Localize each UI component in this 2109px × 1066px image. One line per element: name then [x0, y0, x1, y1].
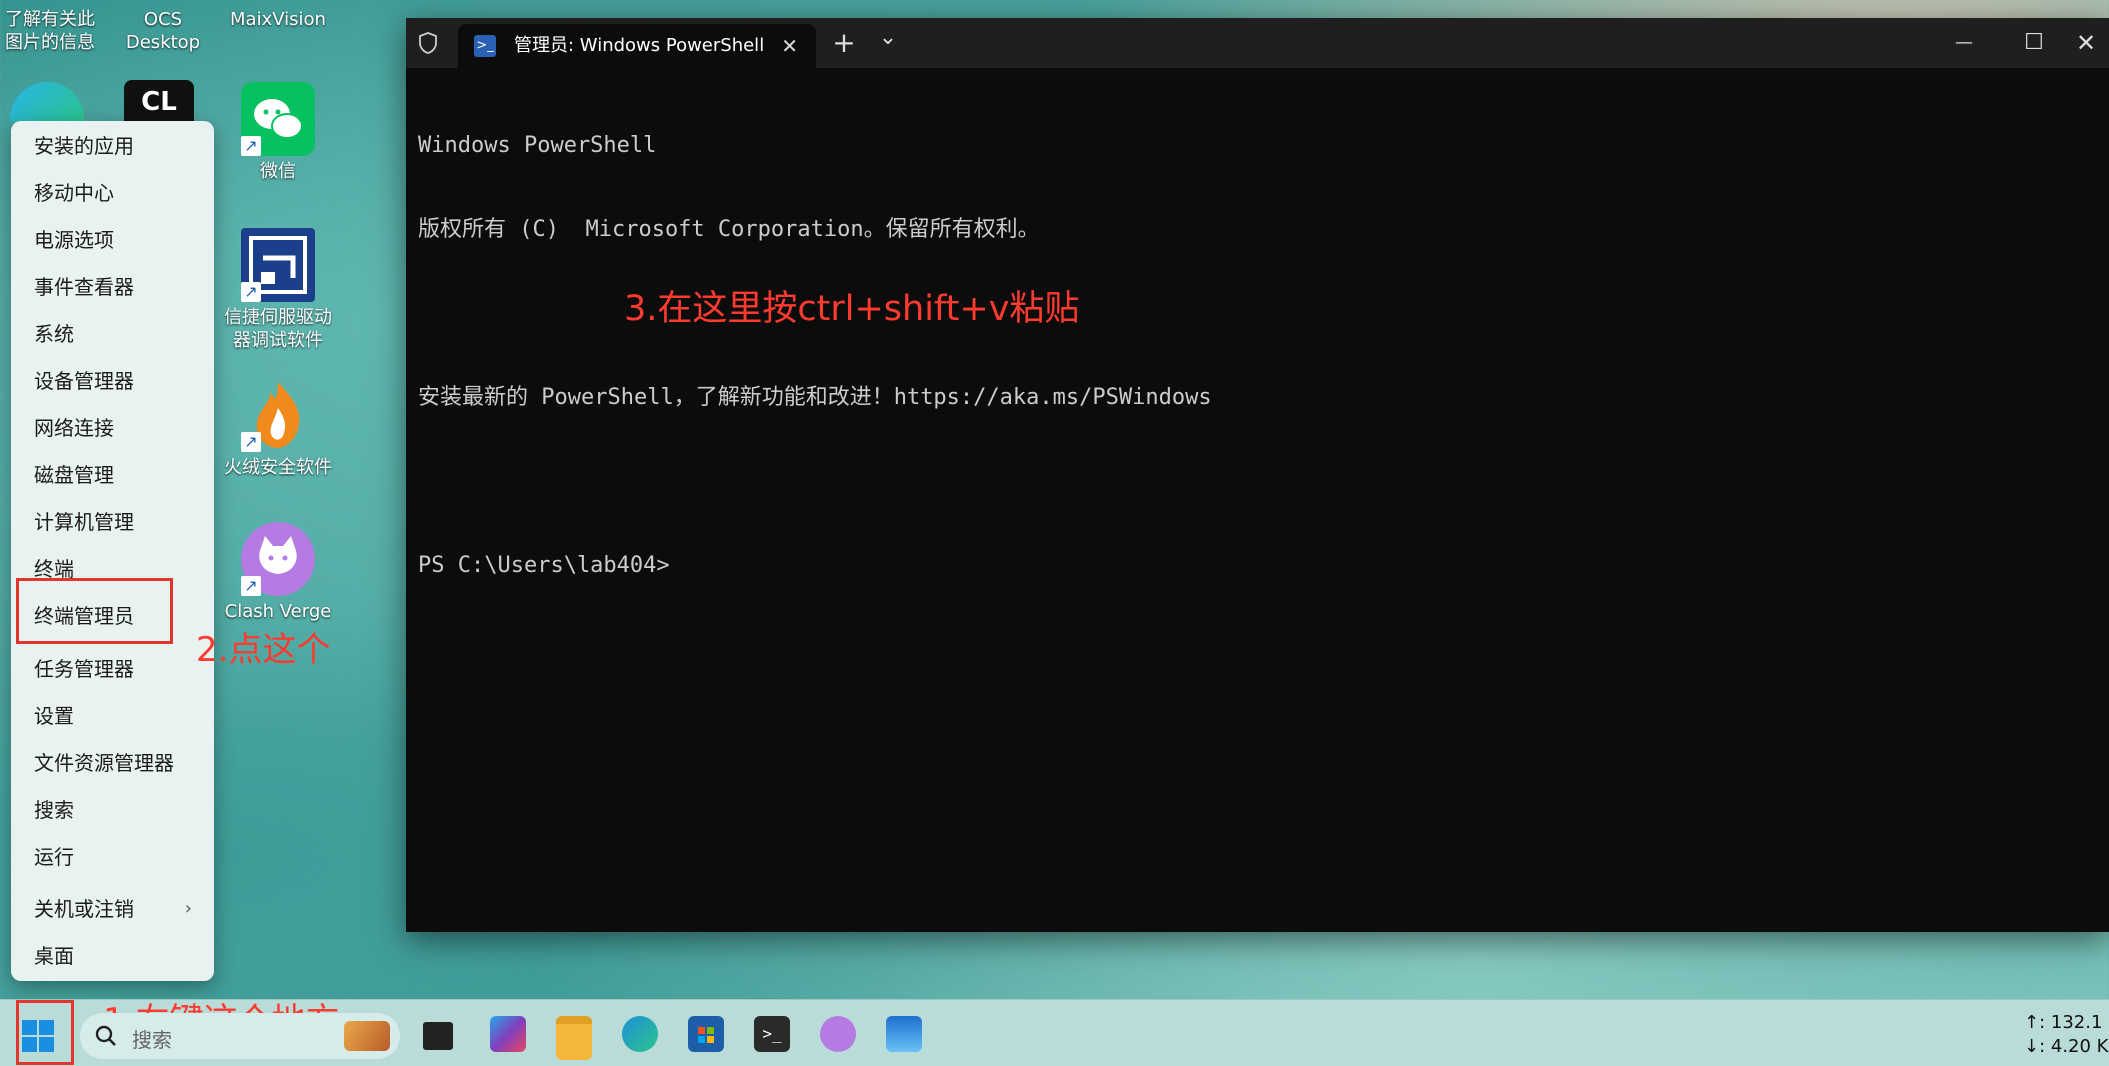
desktop-icon-label: 微信 — [260, 161, 296, 182]
shortcut-arrow-icon: ↗ — [241, 432, 261, 452]
console-line: Windows PowerShell — [418, 133, 657, 158]
microsoft-365-icon[interactable] — [490, 1016, 526, 1052]
menu-item-label: 设备管理器 — [34, 369, 134, 393]
menu-item-label: 运行 — [34, 845, 74, 869]
shortcut-arrow-icon: ↗ — [241, 136, 261, 156]
menu-item-device-manager[interactable]: 设备管理器 — [11, 361, 214, 401]
cl-app-icon[interactable]: CL — [124, 80, 194, 124]
cl-icon-text: CL — [141, 87, 177, 117]
menu-item-label: 文件资源管理器 — [34, 751, 174, 775]
wechat-icon: ↗ — [241, 82, 315, 156]
edge-icon[interactable] — [622, 1016, 658, 1052]
menu-item-label: 网络连接 — [34, 416, 114, 440]
taskbar-search-box[interactable]: 搜索 — [80, 1013, 400, 1059]
menu-item-shutdown-signout[interactable]: 关机或注销 › — [11, 889, 214, 929]
search-highlight-art-icon — [344, 1021, 390, 1051]
desktop-icon-maixvision[interactable]: MaixVision — [218, 8, 338, 31]
shortcut-arrow-icon: ↗ — [241, 576, 261, 596]
menu-item-installed-apps[interactable]: 安装的应用 — [11, 126, 214, 166]
highlight-terminal-admin — [16, 578, 173, 644]
menu-item-disk-management[interactable]: 磁盘管理 — [11, 455, 214, 495]
menu-item-label: 事件查看器 — [34, 275, 134, 299]
new-tab-button[interactable]: + — [822, 18, 866, 68]
menu-item-network-connections[interactable]: 网络连接 — [11, 408, 214, 448]
powershell-window[interactable]: >_ 管理员: Windows PowerShell ✕ + ⌄ — ☐ ✕ W… — [406, 18, 2109, 932]
huorong-flame-icon: ↗ — [241, 378, 315, 452]
menu-item-system[interactable]: 系统 — [11, 314, 214, 354]
console-line: 安装最新的 PowerShell，了解新功能和改进！https://aka.ms… — [418, 385, 1212, 410]
menu-item-label: 关机或注销 — [34, 897, 134, 921]
menu-item-event-viewer[interactable]: 事件查看器 — [11, 267, 214, 307]
terminal-icon[interactable]: >_ — [754, 1016, 790, 1052]
annotation-step-2: 2.点这个 — [196, 630, 331, 670]
menu-item-desktop[interactable]: 桌面 — [11, 936, 214, 976]
admin-shield-icon — [419, 32, 437, 54]
servo-tool-icon: ↗ — [241, 228, 315, 302]
powershell-icon: >_ — [474, 35, 496, 57]
desktop-icon-clash-verge[interactable]: ↗ Clash Verge — [218, 522, 338, 623]
maximize-button[interactable]: ☐ — [2004, 18, 2064, 68]
search-placeholder: 搜索 — [132, 1028, 172, 1052]
desktop-icon-label: 火绒安全软件 — [224, 457, 332, 478]
desktop-icon-label: 信捷伺服驱动器调试软件 — [224, 307, 332, 351]
console-prompt: PS C:\Users\lab404> — [418, 553, 670, 578]
task-view-icon[interactable] — [423, 1022, 453, 1050]
menu-item-mobility-center[interactable]: 移动中心 — [11, 173, 214, 213]
menu-item-power-options[interactable]: 电源选项 — [11, 220, 214, 260]
menu-item-settings[interactable]: 设置 — [11, 696, 214, 736]
desktop-icon-image-info[interactable]: 了解有关此图片的信息 — [0, 8, 110, 54]
tab-powershell-admin[interactable]: >_ 管理员: Windows PowerShell ✕ — [458, 24, 816, 68]
desktop-icon-wechat[interactable]: ↗ 微信 — [218, 82, 338, 183]
shortcut-arrow-icon: ↗ — [241, 282, 261, 302]
network-upload-speed: ↑: 132.1 K — [2024, 1012, 2109, 1033]
clash-verge-taskbar-icon[interactable] — [820, 1016, 856, 1052]
desktop-icon-label: Clash Verge — [224, 601, 332, 622]
window-titlebar[interactable]: >_ 管理员: Windows PowerShell ✕ + ⌄ — ☐ ✕ — [406, 18, 2109, 68]
microsoft-store-icon[interactable] — [688, 1016, 724, 1052]
clash-verge-cat-icon: ↗ — [241, 522, 315, 596]
desktop-icon-label: 了解有关此图片的信息 — [5, 9, 95, 53]
edge-desktop-icon[interactable] — [10, 82, 84, 122]
console-line: 版权所有 (C) Microsoft Corporation。保留所有权利。 — [418, 217, 1040, 242]
tab-close-icon[interactable]: ✕ — [781, 24, 798, 68]
menu-item-label: 设置 — [34, 704, 74, 728]
desktop-icon-label: OCS Desktop — [125, 9, 201, 53]
monitor-app-icon[interactable] — [886, 1016, 922, 1052]
menu-item-label: 桌面 — [34, 944, 74, 968]
annotation-step-3: 3.在这里按ctrl+shift+v粘贴 — [624, 289, 1080, 329]
menu-item-task-manager[interactable]: 任务管理器 — [11, 649, 214, 689]
tab-title: 管理员: Windows PowerShell — [514, 35, 765, 56]
minimize-button[interactable]: — — [1934, 18, 1994, 68]
menu-item-label: 电源选项 — [34, 228, 114, 252]
menu-item-label: 任务管理器 — [34, 657, 134, 681]
highlight-start-button — [16, 1000, 74, 1065]
network-download-speed: ↓: 4.20 KB — [2024, 1036, 2109, 1057]
desktop-icon-huorong[interactable]: ↗ 火绒安全软件 — [218, 378, 338, 479]
chevron-right-icon: › — [184, 898, 192, 919]
console-output[interactable]: Windows PowerShell 版权所有 (C) Microsoft Co… — [418, 76, 1212, 636]
menu-item-computer-management[interactable]: 计算机管理 — [11, 502, 214, 542]
desktop-icon-servo-tool[interactable]: ↗ 信捷伺服驱动器调试软件 — [218, 228, 338, 352]
menu-item-run[interactable]: 运行 — [11, 837, 214, 877]
file-explorer-icon[interactable] — [556, 1016, 592, 1060]
menu-item-search[interactable]: 搜索 — [11, 790, 214, 830]
menu-item-label: 安装的应用 — [34, 134, 134, 158]
menu-item-label: 搜索 — [34, 798, 74, 822]
tab-dropdown-button[interactable]: ⌄ — [868, 18, 908, 68]
desktop-icon-label: MaixVision — [230, 9, 326, 30]
menu-item-label: 移动中心 — [34, 181, 114, 205]
menu-item-label: 计算机管理 — [34, 510, 134, 534]
menu-item-file-explorer[interactable]: 文件资源管理器 — [11, 743, 214, 783]
menu-item-label: 磁盘管理 — [34, 463, 114, 487]
desktop-icon-ocs-desktop[interactable]: OCS Desktop — [103, 8, 223, 54]
winx-context-menu: 安装的应用 移动中心 电源选项 事件查看器 系统 设备管理器 网络连接 磁盘管理… — [11, 121, 214, 981]
search-icon — [95, 1025, 116, 1046]
menu-item-label: 系统 — [34, 322, 74, 346]
close-button[interactable]: ✕ — [2066, 18, 2106, 68]
